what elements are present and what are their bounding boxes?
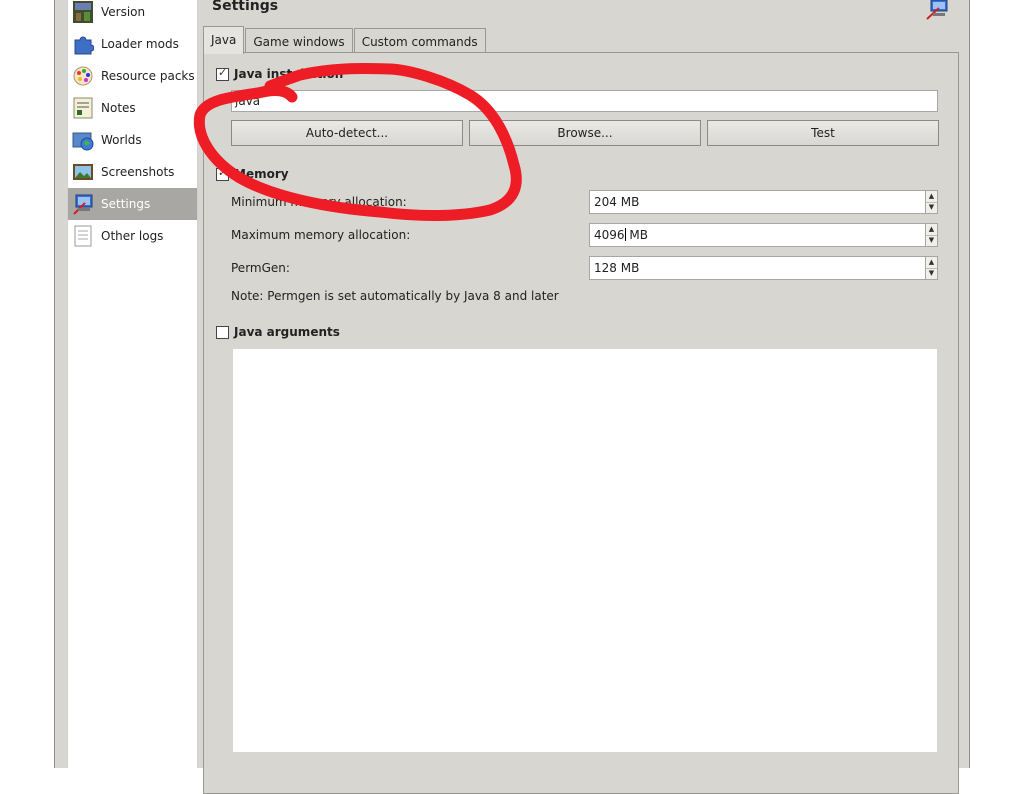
max-memory-spinbox[interactable]: 4096 MB ▲ ▼ — [589, 223, 938, 247]
browse-button[interactable]: Browse... — [469, 120, 701, 146]
version-icon — [72, 1, 94, 23]
auto-detect-button[interactable]: Auto-detect... — [231, 120, 463, 146]
memory-label: Memory — [234, 167, 289, 181]
sidebar-item-version[interactable]: Version — [68, 0, 197, 28]
test-button[interactable]: Test — [707, 120, 939, 146]
sidebar-item-notes[interactable]: Notes — [68, 92, 197, 124]
check-mark-icon: ✓ — [218, 66, 228, 79]
sidebar-item-screenshots[interactable]: Screenshots — [68, 156, 197, 188]
sidebar-item-label: Other logs — [101, 229, 164, 243]
java-installation-checkbox[interactable]: ✓ — [216, 66, 229, 81]
palette-icon — [72, 65, 94, 87]
sidebar-item-label: Screenshots — [101, 165, 175, 179]
min-memory-spinbox[interactable]: 204 MB ▲ ▼ — [589, 190, 938, 214]
spin-down-icon[interactable]: ▼ — [926, 202, 937, 213]
spin-down-icon[interactable]: ▼ — [926, 235, 937, 246]
sidebar-item-label: Worlds — [101, 133, 142, 147]
sidebar-item-label: Version — [101, 5, 146, 19]
max-memory-value: 4096 MB — [594, 228, 648, 242]
sidebar-item-resource-packs[interactable]: Resource packs — [68, 60, 197, 92]
screenshot-icon — [72, 161, 94, 183]
permgen-value: 128 MB — [594, 261, 640, 275]
min-memory-label: Minimum memory allocation: — [231, 195, 407, 209]
sidebar-item-label: Resource packs — [101, 69, 195, 83]
permgen-spinbox[interactable]: 128 MB ▲ ▼ — [589, 256, 938, 280]
page-title: Settings — [212, 0, 279, 14]
notes-icon — [72, 97, 94, 119]
tab-java[interactable]: Java — [203, 26, 245, 54]
sidebar: Version Loader mods Resource packs Notes… — [67, 0, 198, 768]
tab-game-windows[interactable]: Game windows — [245, 28, 353, 53]
java-path-input[interactable]: java — [231, 90, 938, 112]
check-mark-icon: ✓ — [218, 166, 228, 179]
log-icon — [72, 225, 94, 247]
sidebar-item-other-logs[interactable]: Other logs — [68, 220, 197, 252]
tab-custom-commands[interactable]: Custom commands — [353, 28, 486, 53]
sidebar-item-loader-mods[interactable]: Loader mods — [68, 28, 197, 60]
spin-arrows: ▲ ▼ — [925, 191, 937, 213]
sidebar-item-label: Loader mods — [101, 37, 179, 51]
max-memory-label: Maximum memory allocation: — [231, 228, 411, 242]
java-installation-label: Java installation — [234, 67, 344, 81]
worlds-icon — [72, 129, 94, 151]
memory-checkbox[interactable]: ✓ — [216, 166, 229, 181]
spin-down-icon[interactable]: ▼ — [926, 268, 937, 279]
sidebar-item-label: Notes — [101, 101, 136, 115]
tab-bar: Java Game windows Custom commands — [203, 26, 487, 54]
permgen-note: Note: Permgen is set automatically by Ja… — [231, 289, 559, 303]
sidebar-item-worlds[interactable]: Worlds — [68, 124, 197, 156]
sidebar-item-label: Settings — [101, 197, 151, 211]
spin-arrows: ▲ ▼ — [925, 257, 937, 279]
java-arguments-textarea[interactable] — [233, 349, 937, 752]
sidebar-item-settings[interactable]: Settings — [68, 188, 197, 220]
settings-icon — [925, 0, 949, 20]
permgen-label: PermGen: — [231, 261, 290, 275]
puzzle-icon — [72, 33, 95, 55]
min-memory-value: 204 MB — [594, 195, 640, 209]
spin-arrows: ▲ ▼ — [925, 224, 937, 246]
java-arguments-label: Java arguments — [234, 325, 340, 339]
java-arguments-checkbox[interactable] — [216, 326, 229, 339]
settings-icon — [72, 193, 94, 215]
